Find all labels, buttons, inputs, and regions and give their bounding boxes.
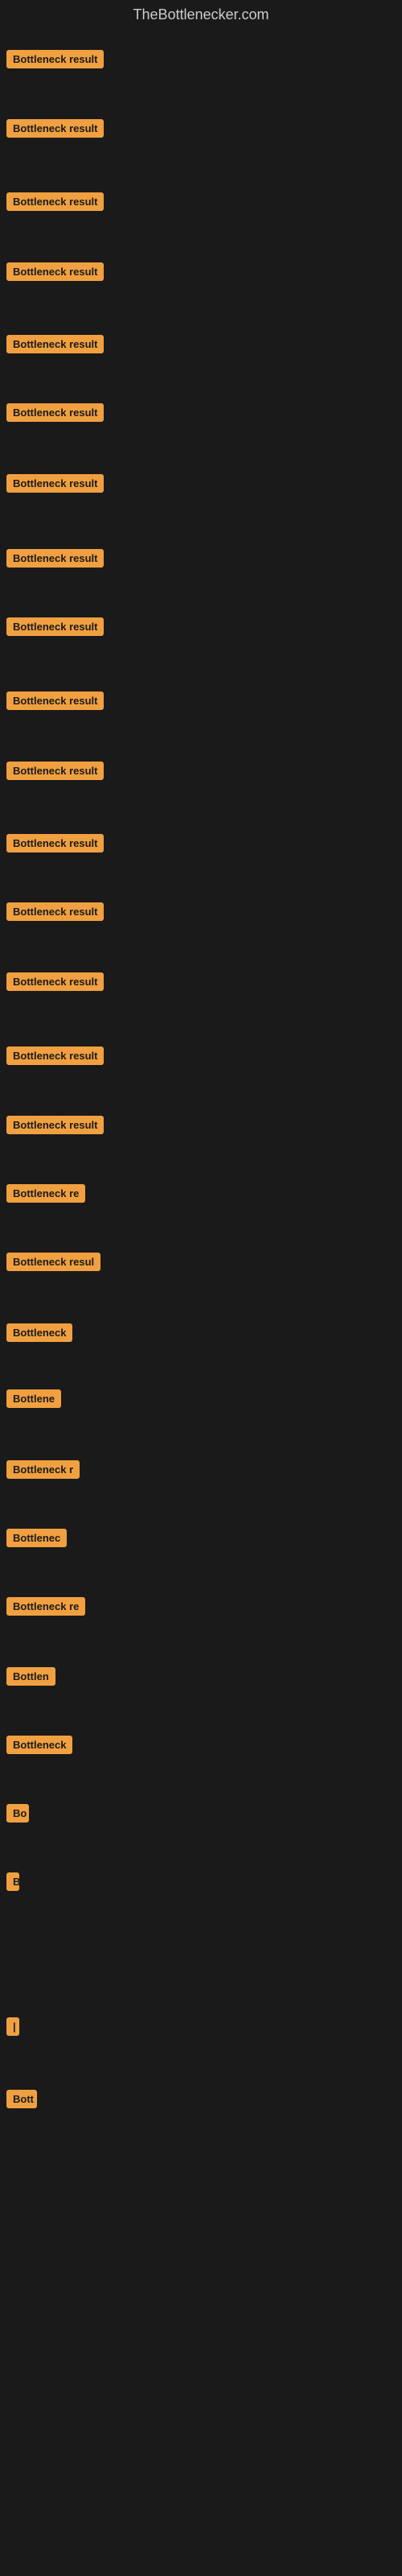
bottleneck-result-badge[interactable]: Bottleneck re [6, 1597, 85, 1616]
bottleneck-result-badge[interactable]: Bottleneck result [6, 617, 104, 636]
badge-row: Bottleneck result [0, 258, 402, 290]
badge-row: Bottleneck result [0, 398, 402, 431]
bottleneck-result-badge[interactable]: Bottleneck result [6, 834, 104, 852]
bottleneck-result-badge[interactable]: Bottleneck result [6, 691, 104, 710]
badge-row: Bottleneck r [0, 1455, 402, 1488]
bottleneck-result-badge[interactable]: Bottlenec [6, 1529, 67, 1547]
bottleneck-result-badge[interactable]: Bottleneck result [6, 1046, 104, 1065]
badge-row: Bottleneck result [0, 544, 402, 576]
bottleneck-result-badge[interactable]: Bottleneck result [6, 50, 104, 68]
badge-row [0, 1940, 402, 1950]
badge-row: Bottleneck [0, 1731, 402, 1763]
bottleneck-result-badge[interactable]: Bottlene [6, 1389, 61, 1408]
bottleneck-result-badge[interactable]: Bottleneck [6, 1323, 72, 1342]
bottleneck-result-badge[interactable]: | [6, 2017, 19, 2036]
bottleneck-result-badge[interactable]: Bottleneck result [6, 549, 104, 568]
bottleneck-result-badge[interactable]: Bottlen [6, 1667, 55, 1686]
badge-row: Bottleneck resul [0, 1248, 402, 1280]
badge-row: Bottleneck result [0, 898, 402, 930]
badge-row: | [0, 2013, 402, 2045]
badge-row: Bottleneck result [0, 188, 402, 220]
badge-row: Bottlenec [0, 1524, 402, 1556]
bottleneck-result-badge[interactable]: Bottleneck result [6, 403, 104, 422]
badge-row: Bottlene [0, 1385, 402, 1417]
bottleneck-result-badge[interactable]: Bottleneck result [6, 262, 104, 281]
badge-row: Bottleneck result [0, 757, 402, 789]
bottleneck-result-badge[interactable]: Bottleneck result [6, 119, 104, 138]
bottleneck-result-badge[interactable]: Bo [6, 1804, 29, 1823]
badge-row: Bottleneck result [0, 1042, 402, 1074]
bottleneck-result-badge[interactable]: Bottleneck result [6, 192, 104, 211]
badge-row: Bottlen [0, 1662, 402, 1695]
bottleneck-result-badge[interactable]: Bottleneck resul [6, 1253, 100, 1271]
bottleneck-result-badge[interactable]: Bottleneck result [6, 762, 104, 780]
badge-row: Bottleneck result [0, 45, 402, 77]
bottleneck-result-badge[interactable]: B [6, 1872, 19, 1891]
badge-row: Bo [0, 1799, 402, 1831]
bottleneck-result-badge[interactable]: Bottleneck result [6, 1116, 104, 1134]
badge-row: Bottleneck [0, 1319, 402, 1351]
bottleneck-result-badge[interactable]: Bott [6, 2090, 37, 2108]
badge-row: Bottleneck result [0, 687, 402, 719]
badge-row: Bottleneck result [0, 829, 402, 861]
bottleneck-result-badge[interactable]: Bottleneck re [6, 1184, 85, 1203]
badge-row: Bottleneck result [0, 114, 402, 147]
badge-row: Bottleneck re [0, 1592, 402, 1624]
badge-row: Bottleneck result [0, 330, 402, 362]
site-title-container: TheBottlenecker.com [0, 0, 402, 33]
site-title: TheBottlenecker.com [0, 0, 402, 33]
badge-row: Bott [0, 2085, 402, 2117]
bottleneck-result-badge[interactable]: Bottleneck result [6, 474, 104, 493]
badge-row: Bottleneck re [0, 1179, 402, 1212]
bottleneck-result-badge[interactable]: Bottleneck result [6, 902, 104, 921]
badge-row: Bottleneck result [0, 613, 402, 645]
bottleneck-result-badge[interactable]: Bottleneck result [6, 335, 104, 353]
badge-row: B [0, 1868, 402, 1900]
bottleneck-result-badge[interactable]: Bottleneck result [6, 972, 104, 991]
badge-row: Bottleneck result [0, 968, 402, 1000]
bottleneck-result-badge[interactable]: Bottleneck r [6, 1460, 80, 1479]
badge-row: Bottleneck result [0, 1111, 402, 1143]
bottleneck-result-badge[interactable]: Bottleneck [6, 1736, 72, 1754]
badge-row: Bottleneck result [0, 469, 402, 502]
